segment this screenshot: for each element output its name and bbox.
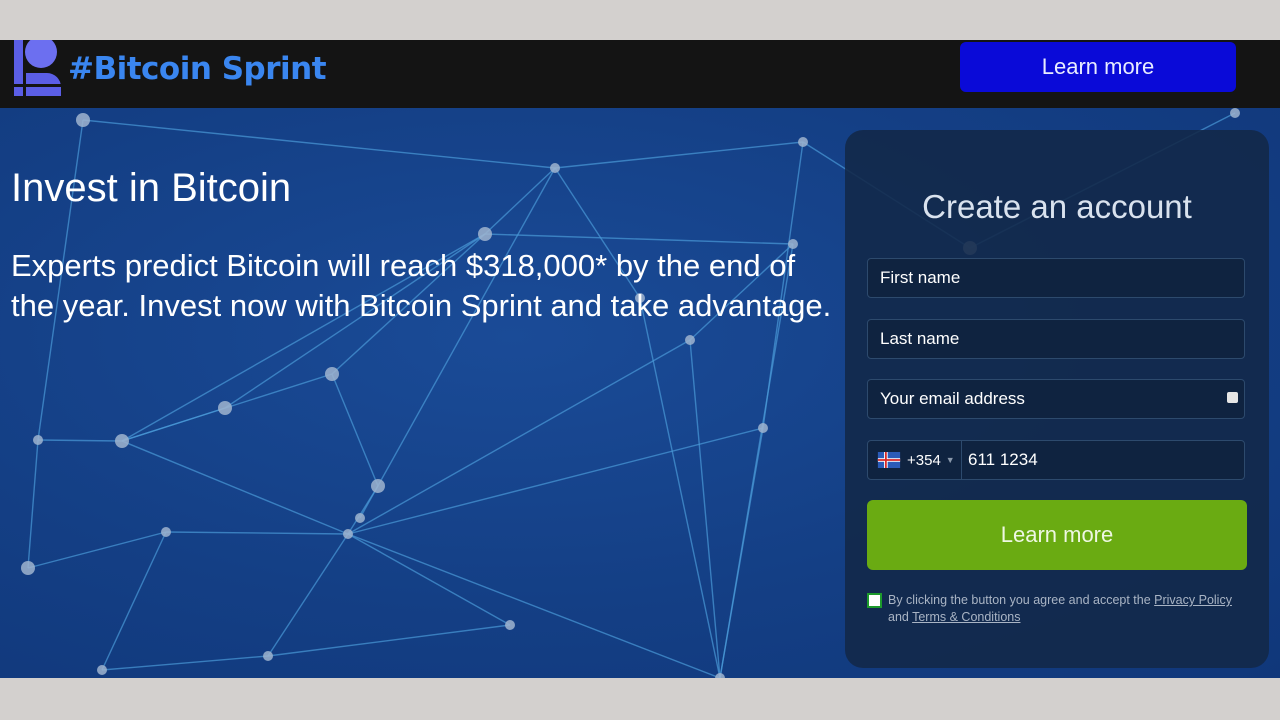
network-line (165, 531, 349, 535)
network-line (359, 167, 556, 519)
privacy-policy-link[interactable]: Privacy Policy (1154, 593, 1232, 607)
network-line (101, 655, 269, 671)
network-line (347, 533, 721, 678)
consent-row: By clicking the button you agree and acc… (867, 592, 1247, 626)
form-title: Create an account (922, 188, 1192, 225)
logo-text: #Bitcoin Sprint (68, 51, 327, 87)
network-line (37, 439, 123, 442)
network-node (715, 673, 725, 678)
network-line (121, 407, 226, 442)
email-field (867, 379, 1245, 419)
network-node (758, 423, 768, 433)
consent-checkbox[interactable] (867, 593, 882, 608)
consent-text-middle: and (888, 610, 913, 624)
phone-input[interactable] (962, 441, 1244, 479)
network-line (331, 373, 379, 487)
network-line (267, 533, 349, 657)
signup-form: Create an account +354 ▼ (845, 130, 1269, 668)
network-node (1230, 108, 1240, 118)
network-line (484, 167, 556, 235)
network-line (27, 531, 167, 569)
network-node (478, 227, 492, 241)
network-node (76, 113, 90, 127)
network-node (218, 401, 232, 415)
network-node (161, 527, 171, 537)
network-line (347, 339, 691, 535)
network-node (21, 561, 35, 575)
network-node (33, 435, 43, 445)
network-line (121, 440, 349, 535)
top-navbar: #Bitcoin Sprint Learn more (0, 40, 1280, 108)
network-line (82, 119, 556, 169)
network-node (115, 434, 129, 448)
network-line (347, 533, 511, 626)
consent-text-before: By clicking the button you agree and acc… (888, 593, 1155, 607)
terms-conditions-link[interactable]: Terms & Conditions (912, 610, 1020, 624)
network-line (267, 624, 511, 657)
network-node (798, 137, 808, 147)
network-node (550, 163, 560, 173)
header-learn-more-button[interactable]: Learn more (960, 42, 1236, 92)
hero-title: Invest in Bitcoin (11, 166, 292, 210)
dial-code: +354 (907, 451, 941, 469)
network-node (685, 335, 695, 345)
network-node (97, 665, 107, 675)
network-node (371, 479, 385, 493)
autofill-icon[interactable] (1227, 392, 1238, 403)
network-line (27, 439, 39, 569)
network-node (343, 529, 353, 539)
network-line (347, 427, 764, 535)
network-node (355, 513, 365, 523)
network-line (101, 531, 167, 671)
network-node (263, 651, 273, 661)
email-input[interactable] (867, 379, 1245, 419)
network-node (505, 620, 515, 630)
submit-learn-more-button[interactable]: Learn more (867, 500, 1247, 570)
network-node (325, 367, 339, 381)
hero-description: Experts predict Bitcoin will reach $318,… (11, 248, 832, 323)
logo[interactable]: #Bitcoin Sprint (14, 40, 327, 98)
chevron-down-icon: ▼ (945, 455, 955, 465)
phone-field: +354 ▼ (867, 440, 1245, 480)
country-code-select[interactable]: +354 ▼ (868, 441, 962, 479)
brand-logo-icon (14, 40, 61, 98)
network-line (554, 141, 804, 169)
network-line (639, 297, 721, 678)
consent-text: By clicking the button you agree and acc… (888, 592, 1247, 626)
landing-page: #Bitcoin Sprint Learn more Invest in Bit… (0, 40, 1280, 678)
hero-section: Invest in Bitcoin Experts predict Bitcoi… (0, 108, 1280, 678)
first-name-input[interactable] (867, 258, 1245, 298)
iceland-flag-icon (877, 452, 901, 468)
network-line (484, 233, 794, 245)
network-line (689, 339, 721, 678)
last-name-input[interactable] (867, 319, 1245, 359)
